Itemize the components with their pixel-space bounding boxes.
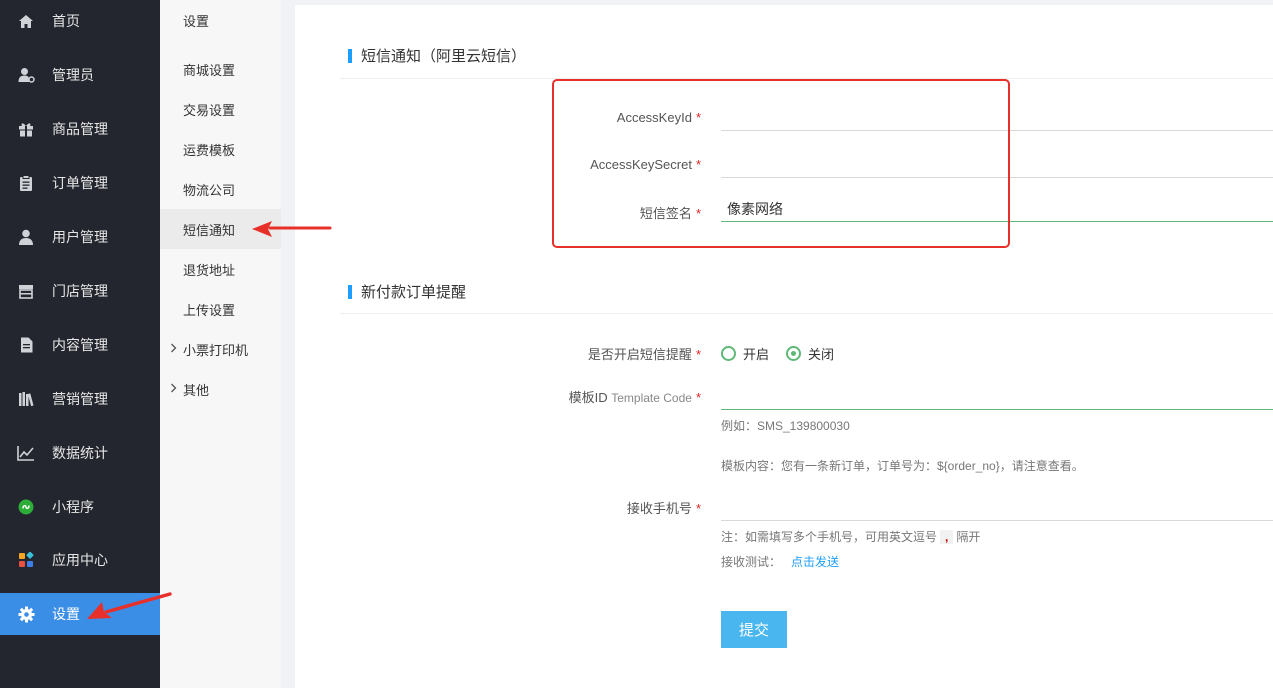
subnav-label: 物流公司 (183, 182, 236, 198)
section-title-text: 短信通知（阿里云短信） (361, 48, 527, 65)
receive-phone-input[interactable] (721, 495, 1273, 521)
submit-button[interactable]: 提交 (721, 611, 787, 648)
field-label: 接收手机号 * (626, 501, 701, 516)
subnav-title: 设置 (183, 13, 210, 29)
subnav-label: 退货地址 (183, 262, 236, 278)
nav-item-miniprogram[interactable]: 小程序 (0, 486, 160, 528)
phone-note-hint: 注：如需填写多个手机号，可用英文逗号, 隔开 (721, 530, 981, 544)
document-icon (17, 336, 35, 354)
radio-label: 开启 (743, 347, 770, 362)
subnav-item-other[interactable]: 其他 (160, 369, 281, 409)
section-title-text: 新付款订单提醒 (361, 284, 467, 301)
store-icon (17, 282, 35, 300)
field-label: 是否开启短信提醒 * (587, 347, 701, 362)
nav-item-users[interactable]: 用户管理 (0, 216, 160, 258)
field-label: 短信签名 * (639, 206, 701, 221)
nav-label: 门店管理 (52, 283, 108, 299)
subnav-item-return-address[interactable]: 退货地址 (160, 249, 281, 289)
subnav-label: 运费模板 (183, 142, 236, 158)
gear-icon (17, 605, 35, 623)
section-bar (348, 284, 352, 299)
apps-icon (17, 551, 35, 569)
nav-item-stores[interactable]: 门店管理 (0, 270, 160, 312)
nav-item-content[interactable]: 内容管理 (0, 324, 160, 366)
radio-circle (786, 346, 801, 361)
subnav-item-upload[interactable]: 上传设置 (160, 289, 281, 329)
nav-item-marketing[interactable]: 营销管理 (0, 378, 160, 420)
radio-circle (721, 346, 736, 361)
radio-label: 关闭 (808, 347, 835, 362)
subnav-item-sms[interactable]: 短信通知 (160, 209, 281, 249)
subnav-item-shipping[interactable]: 运费模板 (160, 129, 281, 169)
subnav-label: 商城设置 (183, 62, 236, 78)
template-content-hint: 模板内容：您有一条新订单，订单号为：${order_no}，请注意查看。 (721, 459, 1084, 473)
field-label: AccessKeySecret * (590, 157, 701, 172)
sign-name-input[interactable] (721, 196, 1273, 222)
template-code-input[interactable] (721, 384, 1273, 410)
section-title-sms: 短信通知（阿里云短信） (348, 45, 526, 66)
settings-main: 短信通知（阿里云短信） AccessKeyId * AccessKeySecret… (295, 5, 1273, 688)
subnav-label: 其他 (183, 382, 210, 398)
user-icon (17, 228, 35, 246)
home-icon (17, 12, 35, 30)
subnav-item-printer[interactable]: 小票打印机 (160, 329, 281, 369)
books-icon (17, 390, 35, 408)
send-test-link[interactable]: 点击发送 (791, 555, 839, 569)
chevron-right-icon (170, 382, 177, 396)
gift-icon (17, 120, 35, 138)
template-example-hint: 例如：SMS_139800030 (721, 419, 850, 433)
subnav-label: 上传设置 (183, 302, 236, 318)
miniprogram-icon (17, 498, 35, 516)
nav-item-admin[interactable]: 管理员 (0, 54, 160, 96)
divider (340, 313, 1273, 314)
clipboard-icon (17, 174, 35, 192)
nav-label: 管理员 (52, 67, 94, 83)
subnav-item-mall[interactable]: 商城设置 (160, 49, 281, 89)
nav-label: 商品管理 (52, 121, 108, 137)
nav-label: 用户管理 (52, 229, 108, 245)
radio-enable-on[interactable]: 开启 (721, 344, 769, 363)
admin-icon (17, 66, 35, 84)
nav-label: 应用中心 (52, 552, 108, 568)
chart-icon (17, 444, 35, 462)
section-title-new-order: 新付款订单提醒 (348, 281, 466, 302)
phone-test-hint: 接收测试： 点击发送 (721, 555, 840, 569)
nav-label: 订单管理 (52, 175, 108, 191)
nav-item-home[interactable]: 首页 (0, 0, 160, 42)
field-label: 模板ID Template Code * (568, 390, 701, 405)
nav-label: 首页 (52, 13, 80, 29)
nav-label: 营销管理 (52, 391, 108, 407)
nav-label: 小程序 (52, 499, 94, 515)
subnav-label: 小票打印机 (183, 342, 249, 358)
divider (340, 78, 1273, 79)
subnav-item-logistics[interactable]: 物流公司 (160, 169, 281, 209)
settings-subnav: 设置 商城设置 交易设置 运费模板 物流公司 短信通知 退货地址 上传设置 小票… (160, 0, 281, 688)
field-label: AccessKeyId * (616, 110, 701, 125)
nav-item-goods[interactable]: 商品管理 (0, 108, 160, 150)
subnav-item-trade[interactable]: 交易设置 (160, 89, 281, 129)
nav-item-settings[interactable]: 设置 (0, 593, 160, 635)
nav-label: 数据统计 (52, 445, 108, 461)
subnav-label: 交易设置 (183, 102, 236, 118)
access-key-secret-input[interactable] (721, 152, 1273, 178)
chevron-right-icon (170, 342, 177, 356)
nav-label: 内容管理 (52, 337, 108, 353)
nav-item-apps[interactable]: 应用中心 (0, 539, 160, 581)
nav-item-stats[interactable]: 数据统计 (0, 432, 160, 474)
access-key-id-input[interactable] (721, 105, 1273, 131)
nav-item-orders[interactable]: 订单管理 (0, 162, 160, 204)
main-sidebar: 首页 管理员 商品管理 订单管理 用户管理 门店管理 内容管理 营销管理 数据统… (0, 0, 160, 688)
nav-label: 设置 (52, 606, 80, 622)
radio-enable-off[interactable]: 关闭 (786, 344, 834, 363)
subnav-label: 短信通知 (183, 222, 236, 238)
section-bar (348, 48, 352, 63)
